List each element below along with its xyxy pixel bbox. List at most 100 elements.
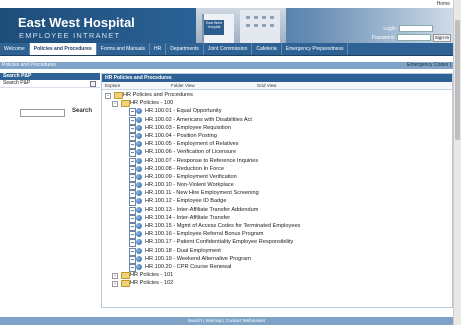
main-nav: Welcome Policies and Procedures Forms an… [0, 43, 453, 56]
policy-document[interactable]: HR.100.01 - Equal Opportunity [105, 107, 450, 117]
globe-icon [136, 214, 142, 221]
collapse-icon[interactable]: − [112, 101, 118, 108]
globe-icon [136, 124, 142, 131]
nav-hr[interactable]: HR [150, 43, 167, 55]
sidebar-item-label: Search P&P [3, 80, 31, 86]
scrollbar-thumb[interactable] [455, 20, 460, 140]
globe-icon [136, 206, 142, 213]
building-window [254, 16, 258, 19]
folder-label: HR Policies - 102 [130, 280, 174, 287]
policy-document[interactable]: HR.100.06 - Verification of Licensure [105, 148, 450, 158]
tab-grid-view[interactable]: Grid View [257, 82, 276, 89]
building-window [270, 24, 274, 27]
globe-icon [136, 182, 142, 189]
policy-document[interactable]: HR.100.19 - Weekend Alternative Program [105, 255, 450, 264]
section-bar: Policies and Procedures Emergency Codes … [0, 62, 453, 69]
policy-document[interactable]: HR.100.13 - Inter-Affiliate Transfer Add… [105, 206, 450, 215]
login-input[interactable] [399, 25, 433, 32]
nav-emergency[interactable]: Emergency Preparedness [282, 43, 349, 55]
policy-document-label: HR.100.08 - Reduction In Force [145, 165, 224, 172]
password-label: Password: [371, 34, 395, 41]
policy-document[interactable]: HR.100.08 - Reduction In Force [105, 165, 450, 174]
policy-document-label: HR.100.05 - Employment of Relatives [145, 141, 239, 148]
policy-document-label: HR.100.18 - Dual Employment [145, 247, 221, 254]
folder-icon [121, 100, 130, 108]
policy-document[interactable]: HR.100.07 - Response to Reference Inquir… [105, 157, 450, 166]
policy-document[interactable]: HR.100.10 - Non-Violent Workplace [105, 181, 450, 191]
panel-header: HR Policies and Procedures [102, 74, 452, 82]
globe-icon [136, 239, 142, 246]
vertical-scrollbar[interactable] [453, 0, 461, 325]
policy-document-label: HR.100.02 - Americans with Disabilities … [145, 116, 252, 123]
globe-icon [136, 157, 142, 164]
policy-document[interactable]: HR.100.14 - Inter-Affiliate Transfer [105, 214, 450, 223]
tree-root[interactable]: − HR Policies and Procedures [105, 91, 450, 99]
collapse-icon[interactable]: − [105, 93, 111, 99]
tree-folder-closed[interactable]: + HR Policies - 102 [105, 279, 450, 288]
sidebar-header: Search P&P [0, 73, 100, 80]
policy-document[interactable]: HR.100.15 - Mgmt of Access Codes for Ter… [105, 222, 450, 231]
globe-icon [136, 108, 142, 115]
tab-folder-view[interactable]: Folder View [171, 82, 195, 89]
globe-icon [136, 231, 142, 238]
policy-document-label: HR.100.09 - Employment Verification [145, 173, 237, 180]
tree-root-label: HR Policies and Procedures [123, 92, 193, 98]
nav-joint-commission[interactable]: Joint Commission [204, 43, 253, 55]
globe-icon [136, 198, 142, 205]
policy-document-label: HR.100.13 - Inter-Affiliate Transfer Add… [145, 206, 259, 213]
policy-document-label: HR.100.16 - Employee Referral Bonus Prog… [145, 231, 264, 238]
folder-icon [114, 92, 123, 99]
nav-forms[interactable]: Forms and Manuals [97, 43, 151, 55]
policy-document[interactable]: HR.100.05 - Employment of Relatives [105, 140, 450, 150]
globe-icon [136, 149, 142, 156]
folder-label: HR Policies - 100 [130, 100, 174, 107]
nav-policies[interactable]: Policies and Procedures [29, 43, 97, 55]
policy-document[interactable]: HR.100.04 - Position Posting [105, 132, 450, 141]
nav-welcome[interactable]: Welcome [0, 43, 30, 55]
policy-document-label: HR.100.11 - New Hire Employment Screenin… [145, 190, 259, 197]
tree-folder-closed[interactable]: + HR Policies - 101 [105, 271, 450, 280]
policy-document[interactable]: HR.100.03 - Employee Requisition [105, 124, 450, 133]
policy-document[interactable]: HR.100.02 - Americans with Disabilities … [105, 116, 450, 125]
globe-icon [136, 263, 142, 270]
expand-icon[interactable]: + [112, 281, 118, 288]
policy-document[interactable]: HR.100.09 - Employment Verification [105, 173, 450, 182]
policy-document[interactable]: HR.100.16 - Employee Referral Bonus Prog… [105, 230, 450, 240]
policy-document[interactable]: HR.100.18 - Dual Employment [105, 247, 450, 256]
globe-icon [136, 141, 142, 148]
policy-document[interactable]: HR.100.17 - Patient Confidentiality Empl… [105, 238, 450, 248]
globe-icon [136, 165, 142, 172]
home-link[interactable]: Home [437, 1, 450, 7]
search-input[interactable] [20, 109, 65, 117]
document-list: HR.100.01 - Equal Opportunity HR.100.02 -… [105, 107, 450, 272]
policy-document-label: HR.100.10 - Non-Violent Workplace [145, 182, 234, 189]
policy-document-label: HR.100.12 - Employee ID Badge [145, 198, 227, 205]
folder-icon [121, 272, 130, 280]
top-strip: Home [0, 0, 453, 8]
search-button[interactable]: Search [72, 108, 92, 114]
globe-icon [136, 116, 142, 123]
signin-button[interactable]: Sign-In [433, 33, 451, 42]
tab-explore[interactable]: Explore [105, 82, 120, 89]
expand-icon[interactable] [90, 81, 96, 87]
tree-folder-open[interactable]: − HR Policies - 100 [105, 99, 450, 108]
nav-cafeteria[interactable]: Cafeteria [252, 43, 282, 55]
building-window [246, 16, 250, 19]
policy-document-label: HR.100.17 - Patient Confidentiality Empl… [145, 239, 294, 246]
policy-document[interactable]: HR.100.20 - CPR Course Renewal [105, 263, 450, 272]
policy-document[interactable]: HR.100.12 - Employee ID Badge [105, 197, 450, 207]
nav-departments[interactable]: Departments [166, 43, 204, 55]
sidebar-item[interactable]: Search P&P [0, 80, 100, 88]
building-photo: East West Hospital [196, 8, 286, 43]
password-input[interactable] [397, 34, 431, 41]
globe-icon [136, 132, 142, 139]
policy-document[interactable]: HR.100.11 - New Hire Employment Screenin… [105, 189, 450, 199]
emergency-codes-link[interactable]: Emergency Codes | [407, 62, 451, 69]
policy-document-label: HR.100.14 - Inter-Affiliate Transfer [145, 214, 231, 221]
building-window [262, 24, 266, 27]
closed-folder-list: + HR Policies - 101 + HR Policies - 102 [105, 271, 450, 288]
policy-panel: HR Policies and Procedures Explore Folde… [101, 73, 453, 308]
expand-icon[interactable]: + [112, 273, 118, 280]
policy-document-label: HR.100.20 - CPR Course Renewal [145, 263, 232, 270]
footer: Search | Sitemap | Contact Webmaster [0, 317, 453, 325]
